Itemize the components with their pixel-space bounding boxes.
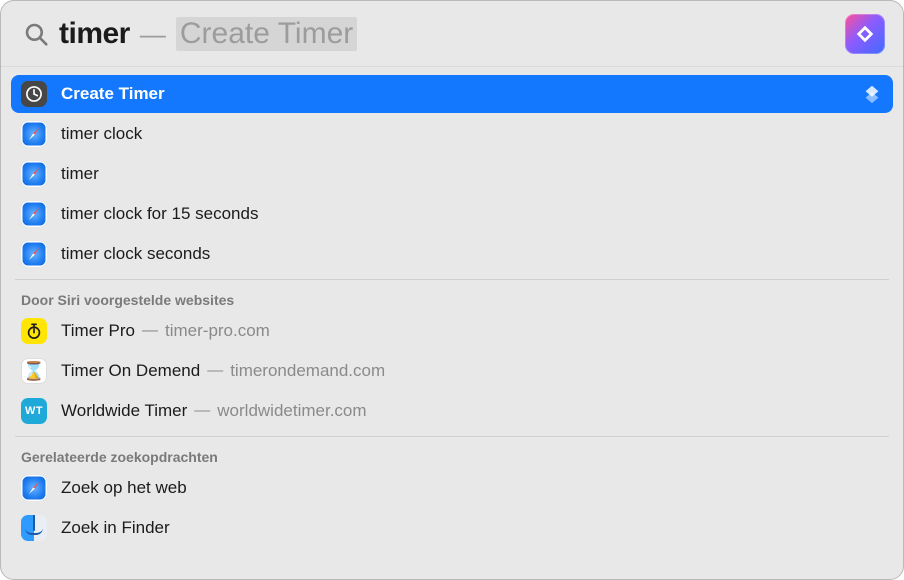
section-divider: [15, 279, 889, 280]
search-icon: [23, 21, 49, 47]
section-heading-related: Gerelateerde zoekopdrachten: [11, 443, 893, 469]
result-title: timer clock seconds: [61, 244, 210, 264]
result-title: timer clock: [61, 124, 142, 144]
result-subtitle: timerondemand.com: [230, 361, 385, 381]
safari-icon: [21, 475, 47, 501]
clock-icon: [21, 81, 47, 107]
worldwide-timer-icon: WT: [21, 398, 47, 424]
suggestion-separator: —: [140, 21, 166, 47]
result-subtitle: worldwidetimer.com: [217, 401, 366, 421]
result-title: Worldwide Timer: [61, 401, 187, 421]
result-siri-site[interactable]: WT Worldwide Timer — worldwidetimer.com: [11, 392, 893, 430]
result-title: Create Timer: [61, 84, 165, 104]
result-history-item[interactable]: timer clock for 15 seconds: [11, 195, 893, 233]
result-siri-site[interactable]: ⌛ Timer On Demend — timerondemand.com: [11, 352, 893, 390]
shortcuts-app-icon: [845, 14, 885, 54]
result-title: timer: [61, 164, 99, 184]
result-title: Timer Pro: [61, 321, 135, 341]
spotlight-window: timer — Create Timer Create Timer: [0, 0, 904, 580]
search-query-text: timer: [59, 19, 130, 49]
hourglass-icon: ⌛: [21, 358, 47, 384]
dash-separator: —: [207, 362, 223, 380]
result-title: Zoek op het web: [61, 478, 187, 498]
result-title: Zoek in Finder: [61, 518, 170, 538]
stopwatch-icon: [21, 318, 47, 344]
inline-suggestion: Create Timer: [176, 17, 357, 51]
section-divider: [15, 436, 889, 437]
safari-icon: [21, 121, 47, 147]
result-subtitle: timer-pro.com: [165, 321, 270, 341]
result-title: timer clock for 15 seconds: [61, 204, 258, 224]
safari-icon: [21, 201, 47, 227]
result-search-web[interactable]: Zoek op het web: [11, 469, 893, 507]
result-title: Timer On Demend: [61, 361, 200, 381]
safari-icon: [21, 161, 47, 187]
search-input[interactable]: timer — Create Timer: [59, 17, 845, 51]
search-bar[interactable]: timer — Create Timer: [1, 1, 903, 67]
result-top-hit[interactable]: Create Timer: [11, 75, 893, 113]
dash-separator: —: [194, 402, 210, 420]
shortcuts-glyph-icon: [861, 83, 883, 105]
results-list: Create Timer timer clock timer timer clo…: [1, 67, 903, 579]
result-history-item[interactable]: timer: [11, 155, 893, 193]
finder-icon: [21, 515, 47, 541]
result-history-item[interactable]: timer clock: [11, 115, 893, 153]
result-history-item[interactable]: timer clock seconds: [11, 235, 893, 273]
section-heading-siri-sites: Door Siri voorgestelde websites: [11, 286, 893, 312]
dash-separator: —: [142, 322, 158, 340]
result-siri-site[interactable]: Timer Pro — timer-pro.com: [11, 312, 893, 350]
safari-icon: [21, 241, 47, 267]
result-search-finder[interactable]: Zoek in Finder: [11, 509, 893, 547]
